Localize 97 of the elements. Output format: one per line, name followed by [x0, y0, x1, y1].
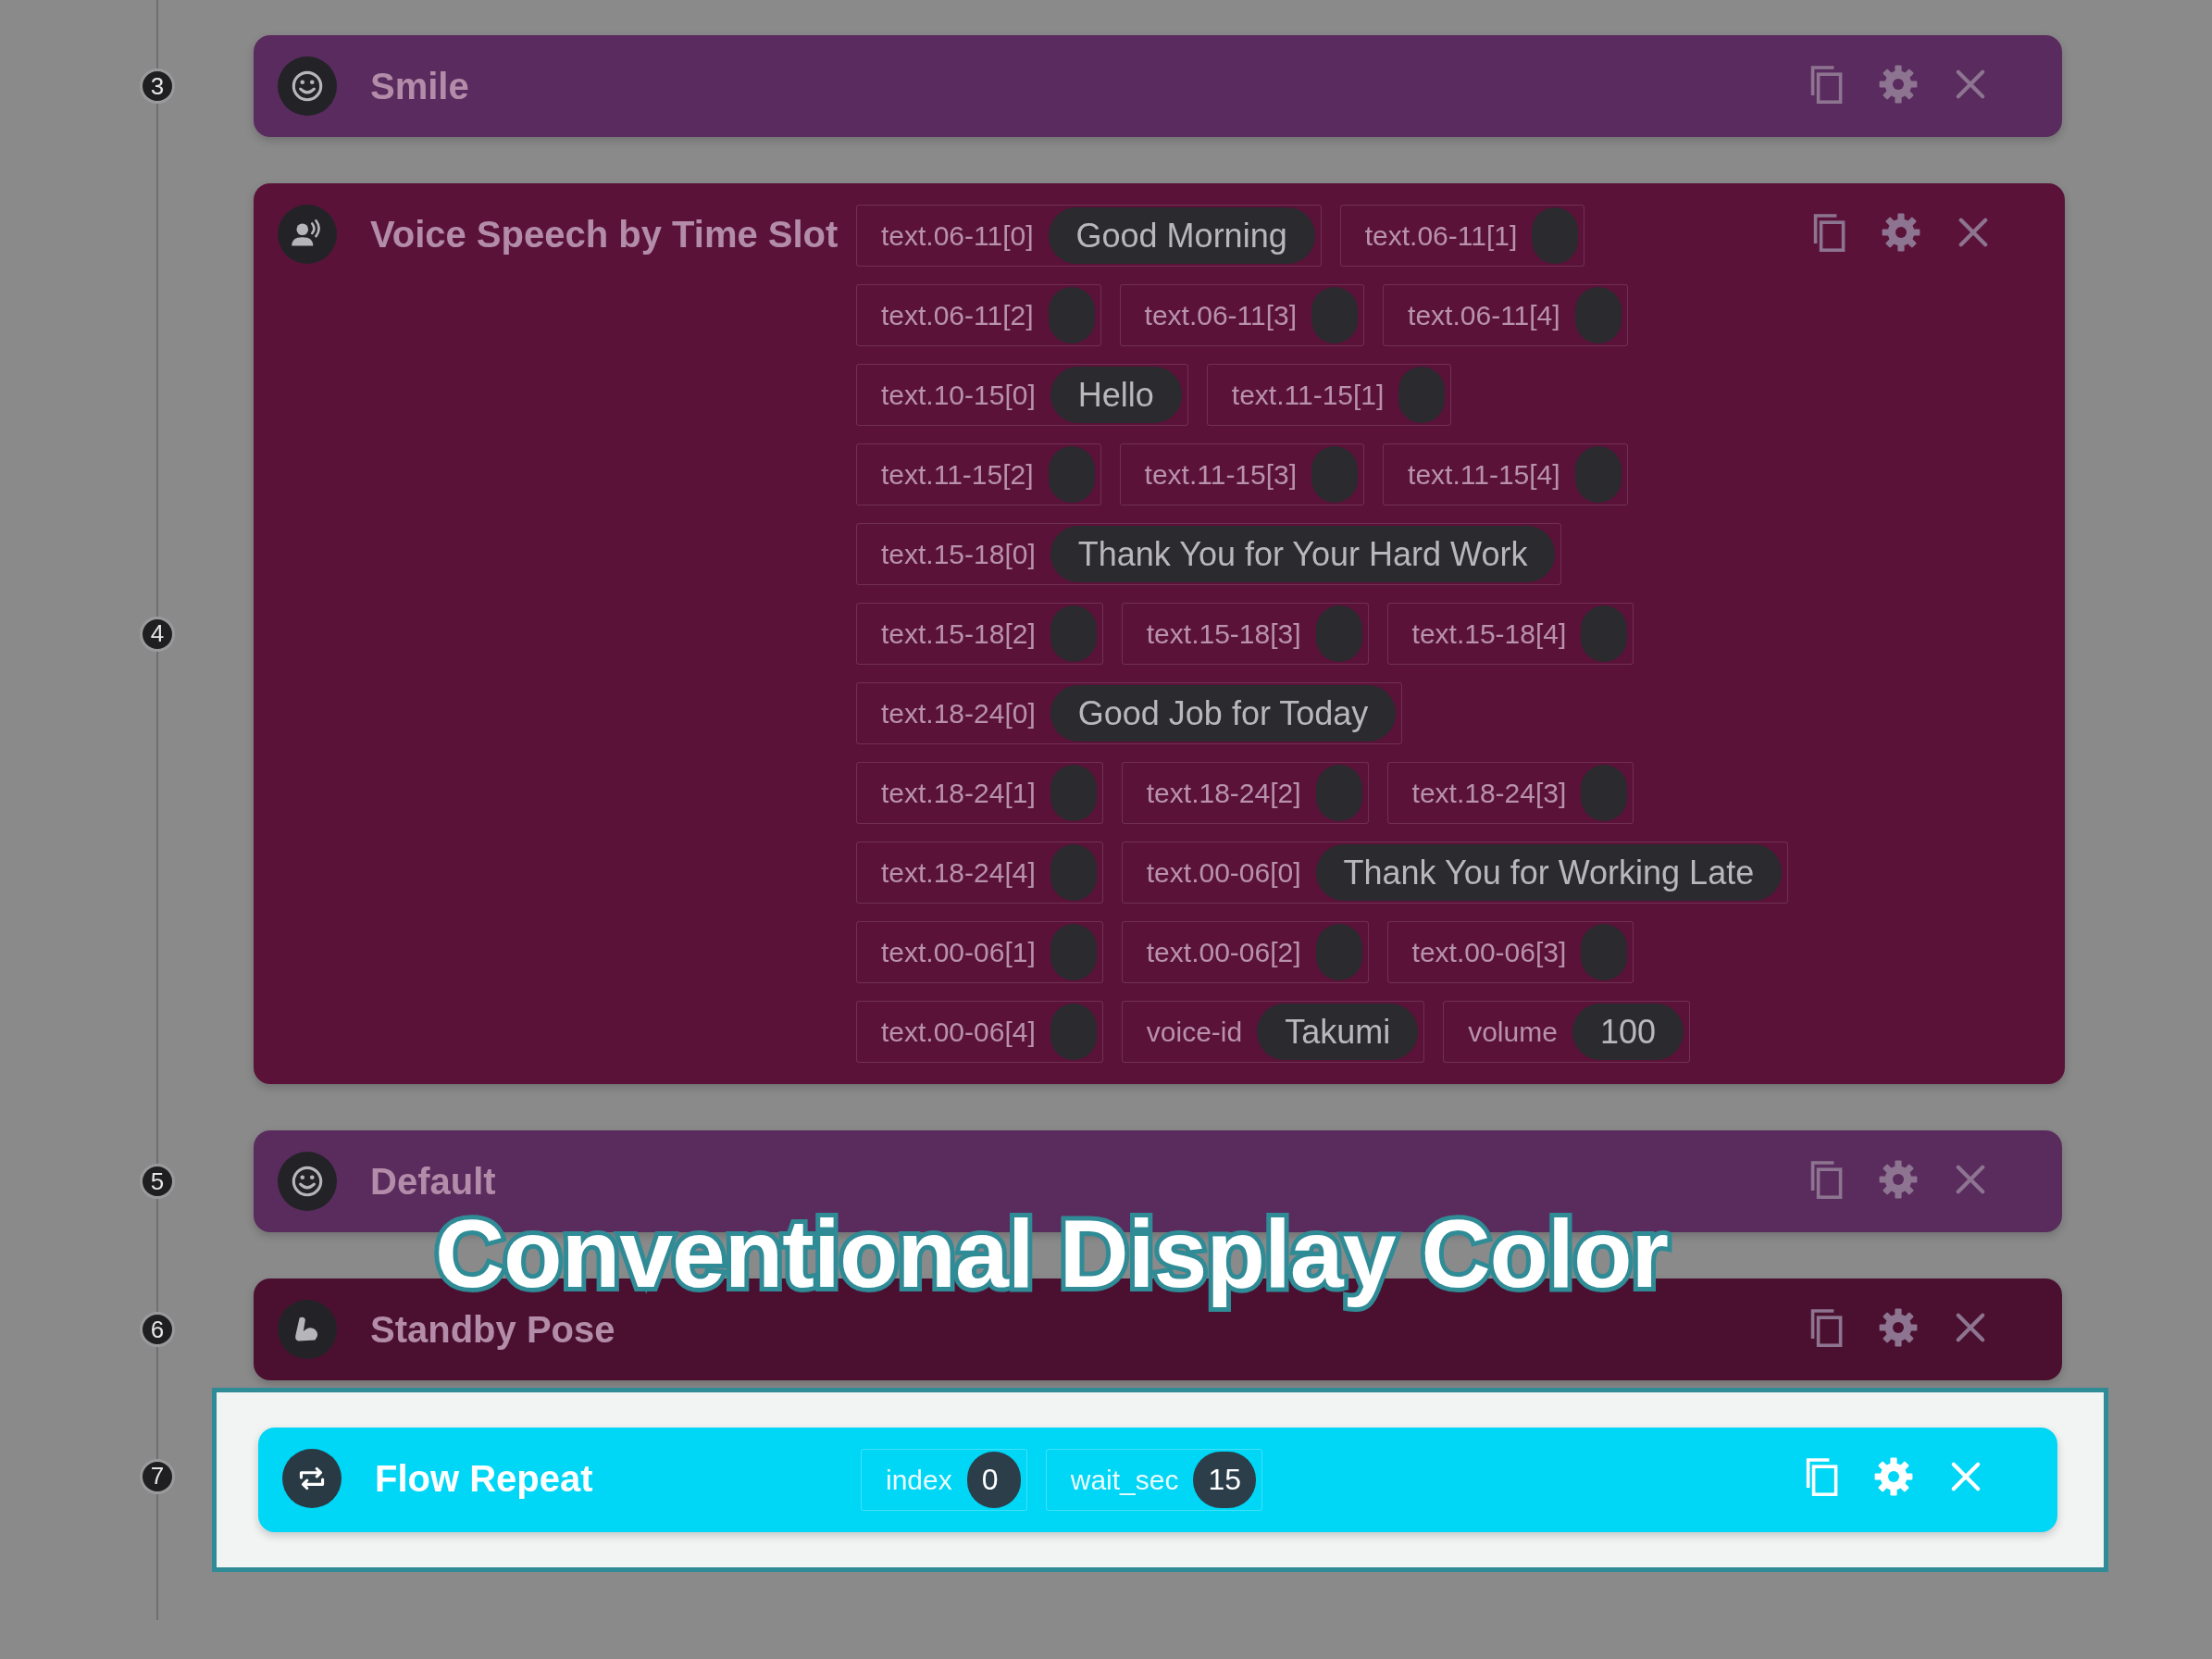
empty-value-pill: [1050, 765, 1097, 821]
parameter-chip[interactable]: text.18-24[4]: [856, 842, 1103, 904]
empty-value-pill: [1315, 924, 1362, 980]
parameter-chip[interactable]: text.11-15[2]: [856, 443, 1101, 505]
empty-value-pill: [1048, 446, 1095, 503]
parameter-chip[interactable]: text.00-06[2]: [1121, 921, 1369, 983]
parameter-label: text.18-24[2]: [1146, 777, 1301, 809]
empty-value-pill: [1581, 605, 1628, 662]
parameter-chip[interactable]: text.18-24[1]: [856, 762, 1103, 824]
parameter-chip[interactable]: text.00-06[4]: [856, 1001, 1103, 1063]
parameter-label: text.18-24[4]: [881, 856, 1036, 889]
parameter-value: 0: [966, 1452, 1021, 1508]
parameter-value: 15: [1193, 1452, 1257, 1508]
step-card[interactable]: [254, 183, 2066, 1084]
empty-value-pill: [1311, 287, 1359, 343]
parameter-value: Thank You for Your Hard Work: [1050, 526, 1556, 582]
parameter-chip[interactable]: text.06-11[2]: [856, 284, 1101, 346]
parameter-chip[interactable]: text.11-15[4]: [1383, 443, 1628, 505]
parameter-chip[interactable]: text.11-15[3]: [1119, 443, 1365, 505]
parameter-chip[interactable]: text.18-24[2]: [1121, 762, 1369, 824]
parameter-chip[interactable]: text.11-15[1]: [1206, 364, 1452, 426]
empty-value-pill: [1574, 446, 1622, 503]
step-title: Voice Speech by Time Slot: [370, 213, 839, 256]
step-number: 3: [140, 69, 175, 104]
parameter-value: Hello: [1050, 367, 1182, 423]
parameter-label: text.00-06[2]: [1146, 936, 1301, 968]
parameter-value: 100: [1572, 1004, 1684, 1060]
parameter-label: text.15-18[0]: [881, 538, 1036, 570]
parameter-label: text.18-24[3]: [1411, 777, 1567, 809]
parameter-label: wait_sec: [1070, 1464, 1179, 1496]
parameter-label: text.10-15[0]: [881, 379, 1036, 411]
parameter-chip[interactable]: text.00-06[0] Thank You for Working Late: [1121, 842, 1789, 904]
parameter-label: text.00-06[1]: [881, 936, 1036, 968]
parameter-chip[interactable]: text.15-18[0] Thank You for Your Hard Work: [856, 523, 1562, 585]
parameter-value: Thank You for Working Late: [1315, 844, 1783, 901]
step-card[interactable]: Smile: [254, 35, 2062, 137]
parameter-label: text.11-15[4]: [1408, 458, 1560, 491]
parameter-label: voice-id: [1146, 1016, 1243, 1048]
parameter-chip[interactable]: volume 100: [1443, 1001, 1690, 1063]
parameter-chip[interactable]: text.15-18[2]: [856, 603, 1103, 665]
step-number: 5: [140, 1164, 175, 1199]
parameter-chip[interactable]: text.06-11[0] Good Morning: [856, 205, 1322, 267]
parameter-label: text.00-06[4]: [881, 1016, 1036, 1048]
parameter-chip[interactable]: text.15-18[3]: [1121, 603, 1369, 665]
empty-value-pill: [1050, 924, 1097, 980]
step-title: Standby Pose: [370, 1308, 616, 1352]
empty-value-pill: [1581, 924, 1628, 980]
empty-value-pill: [1315, 605, 1362, 662]
parameter-label: text.00-06[3]: [1411, 936, 1567, 968]
parameter-label: text.18-24[1]: [881, 777, 1036, 809]
step-card[interactable]: Flow Repeat index 0 wait_sec 15: [258, 1428, 2057, 1532]
empty-value-pill: [1532, 207, 1579, 264]
step-number: 7: [140, 1458, 175, 1494]
parameter-value: Takumi: [1257, 1004, 1419, 1060]
empty-value-pill: [1574, 287, 1622, 343]
empty-value-pill: [1315, 765, 1362, 821]
step-title: Default: [370, 1160, 497, 1204]
parameter-chip[interactable]: text.10-15[0] Hello: [856, 364, 1188, 426]
parameter-chip[interactable]: text.18-24[3]: [1386, 762, 1634, 824]
parameter-label: text.18-24[0]: [881, 697, 1036, 730]
parameter-label: text.06-11[0]: [881, 219, 1034, 252]
step-title: Flow Repeat: [375, 1457, 594, 1501]
step-number: 4: [140, 616, 175, 652]
parameter-label: volume: [1468, 1016, 1558, 1048]
parameter-chip[interactable]: text.00-06[3]: [1386, 921, 1634, 983]
parameter-chip[interactable]: text.00-06[1]: [856, 921, 1103, 983]
parameter-chip[interactable]: index 0: [861, 1449, 1027, 1511]
parameter-chip[interactable]: text.15-18[4]: [1386, 603, 1634, 665]
parameter-label: text.11-15[2]: [881, 458, 1034, 491]
step-number: 6: [140, 1312, 175, 1347]
parameter-label: text.06-11[4]: [1408, 299, 1560, 331]
parameter-label: text.06-11[3]: [1144, 299, 1298, 331]
parameter-label: text.15-18[2]: [881, 617, 1036, 650]
parameter-label: text.11-15[3]: [1144, 458, 1298, 491]
parameter-chip[interactable]: text.06-11[4]: [1383, 284, 1628, 346]
parameter-label: text.11-15[1]: [1231, 379, 1385, 411]
parameter-label: text.15-18[3]: [1146, 617, 1301, 650]
parameter-chip[interactable]: wait_sec 15: [1045, 1449, 1263, 1511]
empty-value-pill: [1048, 287, 1095, 343]
parameter-label: text.00-06[0]: [1146, 856, 1301, 889]
empty-value-pill: [1050, 844, 1097, 901]
empty-value-pill: [1581, 765, 1628, 821]
parameter-chip[interactable]: text.06-11[1]: [1339, 205, 1585, 267]
empty-value-pill: [1311, 446, 1359, 503]
parameter-value: Good Morning: [1048, 207, 1315, 264]
step-title: Smile: [370, 65, 470, 108]
parameter-label: text.06-11[1]: [1364, 219, 1518, 252]
empty-value-pill: [1398, 367, 1446, 423]
empty-value-pill: [1050, 1004, 1097, 1060]
parameter-chip[interactable]: voice-id Takumi: [1121, 1001, 1425, 1063]
parameter-chip[interactable]: text.18-24[0] Good Job for Today: [856, 682, 1403, 744]
parameter-label: text.15-18[4]: [1411, 617, 1567, 650]
parameter-label: text.06-11[2]: [881, 299, 1034, 331]
parameter-label: index: [886, 1464, 952, 1496]
empty-value-pill: [1050, 605, 1097, 662]
parameter-chip[interactable]: text.06-11[3]: [1119, 284, 1365, 346]
parameter-value: Good Job for Today: [1050, 685, 1397, 742]
